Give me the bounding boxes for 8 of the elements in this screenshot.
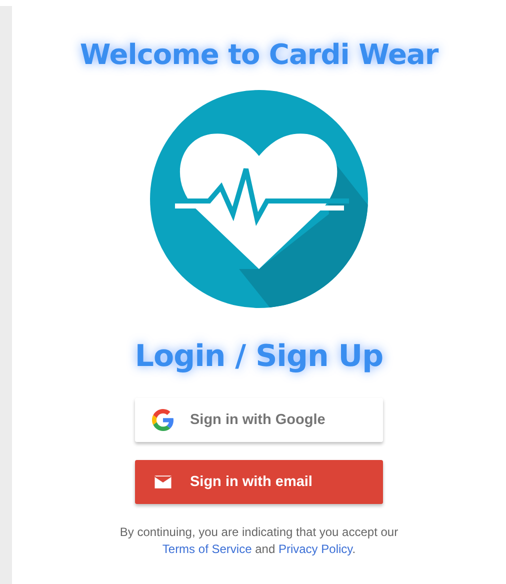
welcome-title: Welcome to Cardi Wear	[80, 38, 438, 71]
privacy-link[interactable]: Privacy Policy	[278, 542, 352, 556]
terms-link[interactable]: Terms of Service	[162, 542, 252, 556]
google-sign-in-button[interactable]: Sign in with Google	[135, 398, 383, 442]
google-icon	[152, 409, 174, 431]
login-heading: Login / Sign Up	[134, 339, 384, 374]
legal-notice: By continuing, you are indicating that you accept our Terms of Service and Privacy Policy.	[118, 524, 400, 558]
email-sign-in-button[interactable]: Sign in with email	[135, 460, 383, 504]
